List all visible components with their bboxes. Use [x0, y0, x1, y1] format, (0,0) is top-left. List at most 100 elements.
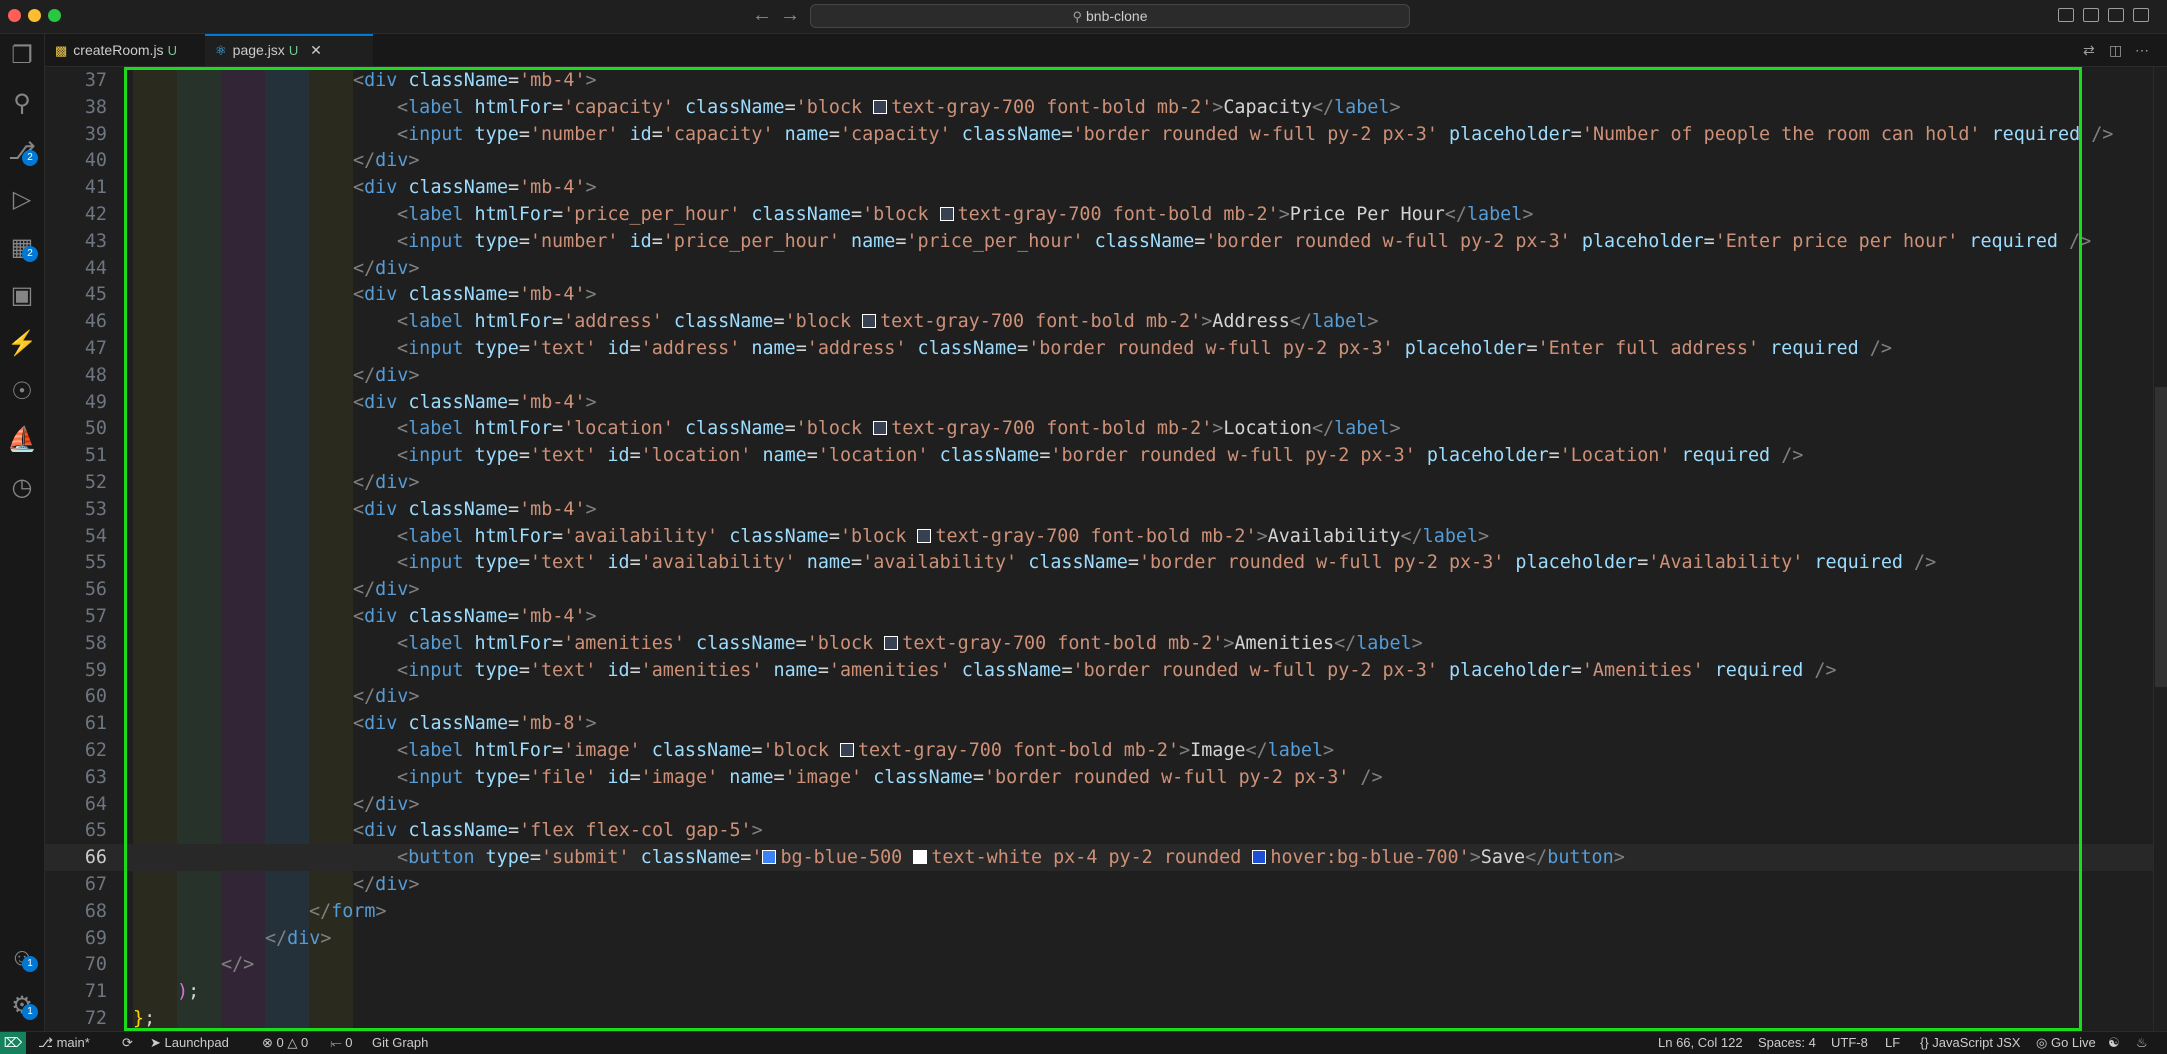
manage-gear-icon[interactable]: ⚙ 1: [0, 986, 44, 1026]
code-line[interactable]: 55 <input type='text' id='availability' n…: [45, 549, 2167, 576]
docker-icon[interactable]: ⛵: [0, 420, 44, 460]
forward-arrow-icon[interactable]: →: [780, 5, 800, 25]
run-debug-icon[interactable]: ▷: [0, 180, 44, 220]
eol-setting[interactable]: LF: [1885, 1032, 1900, 1054]
code-text: <div className='flex flex-col gap-5'>: [353, 820, 763, 842]
customize-layout-icon[interactable]: [2133, 8, 2149, 22]
remote-explorer-icon[interactable]: ▣: [0, 276, 44, 316]
code-line[interactable]: 47 <input type='text' id='address' name='…: [45, 335, 2167, 362]
code-line[interactable]: 46 <label htmlFor='address' className='bl…: [45, 308, 2167, 335]
code-line[interactable]: 52 </div>: [45, 469, 2167, 496]
line-number: 69: [84, 927, 107, 949]
code-line[interactable]: 49 <div className='mb-4'>: [45, 389, 2167, 416]
explorer-icon[interactable]: ❐: [0, 36, 44, 76]
cursor-position[interactable]: Ln 66, Col 122: [1658, 1032, 1743, 1054]
color-swatch: [873, 99, 888, 114]
color-swatch: [873, 421, 888, 436]
toggle-secondary-sidebar-icon[interactable]: [2108, 8, 2124, 22]
code-line[interactable]: 71);: [45, 978, 2167, 1005]
line-number: 53: [84, 498, 107, 520]
zoom-window-button[interactable]: [48, 9, 61, 22]
launchpad-icon: ➤: [150, 1035, 165, 1050]
code-text: </>: [221, 954, 255, 976]
code-line[interactable]: 37 <div className='mb-4'>: [45, 67, 2167, 94]
accounts-icon[interactable]: ☺ 1: [0, 938, 44, 978]
code-line[interactable]: 62 <label htmlFor='image' className='bloc…: [45, 737, 2167, 764]
command-center-search[interactable]: ⚲ bnb-clone: [810, 4, 1410, 28]
code-line[interactable]: 63 <input type='file' id='image' name='im…: [45, 764, 2167, 791]
extensions-icon[interactable]: ▦ 2: [0, 228, 44, 268]
braces-icon: {}: [1920, 1035, 1933, 1050]
code-text: </div>: [265, 927, 332, 949]
code-line[interactable]: 68 </form>: [45, 898, 2167, 925]
code-line[interactable]: 53 <div className='mb-4'>: [45, 496, 2167, 523]
code-line[interactable]: 67 </div>: [45, 871, 2167, 898]
color-swatch: [917, 528, 932, 543]
code-editor[interactable]: 37 <div className='mb-4'> 38 <label htmlFor…: [45, 67, 2167, 1031]
indentation-setting[interactable]: Spaces: 4: [1758, 1032, 1816, 1054]
code-line[interactable]: 56 </div>: [45, 576, 2167, 603]
error-icon: ⊗: [262, 1035, 277, 1050]
launchpad-item[interactable]: ➤ Launchpad: [150, 1032, 229, 1054]
code-line[interactable]: 61 <div className='mb-8'>: [45, 710, 2167, 737]
code-line[interactable]: 72};: [45, 1005, 2167, 1031]
editor-scrollbar[interactable]: [2153, 67, 2167, 1031]
code-line[interactable]: 60 </div>: [45, 683, 2167, 710]
code-line[interactable]: 64 </div>: [45, 791, 2167, 818]
remote-indicator-icon[interactable]: ⌦: [0, 1032, 26, 1054]
line-number: 63: [84, 766, 107, 788]
code-line[interactable]: 40 </div>: [45, 147, 2167, 174]
branch-indicator[interactable]: ⎇ main*: [38, 1032, 90, 1054]
code-line[interactable]: 38 <label htmlFor='capacity' className='b…: [45, 94, 2167, 121]
code-line[interactable]: 57 <div className='mb-4'>: [45, 603, 2167, 630]
git-graph-icon[interactable]: ☉: [0, 372, 44, 412]
code-line[interactable]: 66 <button type='submit' className=' bg-bl…: [45, 844, 2167, 872]
code-line[interactable]: 39 <input type='number' id='capacity' nam…: [45, 121, 2167, 148]
back-arrow-icon[interactable]: ←: [752, 5, 772, 25]
problems-indicator[interactable]: ⊗ 0 △ 0: [262, 1032, 308, 1054]
code-text: <label htmlFor='location' className='blo…: [397, 418, 1401, 440]
code-line[interactable]: 51 <input type='text' id='location' name=…: [45, 442, 2167, 469]
minimize-window-button[interactable]: [28, 9, 41, 22]
compare-changes-icon[interactable]: ⇄: [2083, 42, 2095, 59]
code-line[interactable]: 58 <label htmlFor='amenities' className='…: [45, 630, 2167, 657]
status-bar: ⌦ ⎇ main* ⟳ ➤ Launchpad ⊗ 0 △ 0 ⥖ 0 Git …: [0, 1031, 2167, 1054]
timeline-icon[interactable]: ◷: [0, 468, 44, 508]
lightning-icon[interactable]: ⚡: [0, 324, 44, 364]
scrollbar-thumb[interactable]: [2155, 387, 2167, 687]
line-number: 45: [84, 284, 107, 306]
split-editor-icon[interactable]: ◫: [2109, 42, 2122, 59]
language-mode[interactable]: {} JavaScript JSX: [1920, 1032, 2020, 1054]
line-number: 61: [84, 713, 107, 735]
toggle-primary-sidebar-icon[interactable]: [2058, 8, 2074, 22]
search-icon[interactable]: ⚲: [0, 84, 44, 124]
source-control-icon[interactable]: ⎇ 2: [0, 132, 44, 172]
code-line[interactable]: 50 <label htmlFor='location' className='b…: [45, 415, 2167, 442]
toggle-panel-icon[interactable]: [2083, 8, 2099, 22]
code-line[interactable]: 69 </div>: [45, 925, 2167, 952]
line-number: 56: [84, 579, 107, 601]
ports-indicator[interactable]: ⥖ 0: [330, 1032, 352, 1054]
close-window-button[interactable]: [8, 9, 21, 22]
code-text: </div>: [353, 579, 420, 601]
code-line[interactable]: 44 </div>: [45, 255, 2167, 282]
code-line[interactable]: 48 </div>: [45, 362, 2167, 389]
go-live-button[interactable]: ◎ Go Live: [2036, 1032, 2096, 1054]
code-line[interactable]: 54 <label htmlFor='availability' classNam…: [45, 523, 2167, 550]
tab-page-jsx[interactable]: ⚛ page.jsx U ✕: [205, 34, 373, 66]
code-line[interactable]: 43 <input type='number' id='price_per_hou…: [45, 228, 2167, 255]
encoding-setting[interactable]: UTF-8: [1831, 1032, 1868, 1054]
code-line[interactable]: 59 <input type='text' id='amenities' name…: [45, 657, 2167, 684]
tab-createroom[interactable]: ▩ createRoom.js U: [45, 34, 203, 66]
sync-icon[interactable]: ⟳: [122, 1032, 133, 1054]
close-tab-icon[interactable]: ✕: [310, 42, 322, 58]
code-line[interactable]: 70 </>: [45, 951, 2167, 978]
code-line[interactable]: 45 <div className='mb-4'>: [45, 281, 2167, 308]
code-line[interactable]: 42 <label htmlFor='price_per_hour' classN…: [45, 201, 2167, 228]
git-graph-button[interactable]: Git Graph: [372, 1032, 428, 1054]
notifications-bell-icon[interactable]: ♨: [2136, 1032, 2148, 1054]
code-line[interactable]: 65 <div className='flex flex-col gap-5'>: [45, 817, 2167, 844]
more-actions-icon[interactable]: ⋯: [2135, 42, 2149, 59]
copilot-icon[interactable]: ☯: [2108, 1032, 2120, 1054]
code-line[interactable]: 41 <div className='mb-4'>: [45, 174, 2167, 201]
